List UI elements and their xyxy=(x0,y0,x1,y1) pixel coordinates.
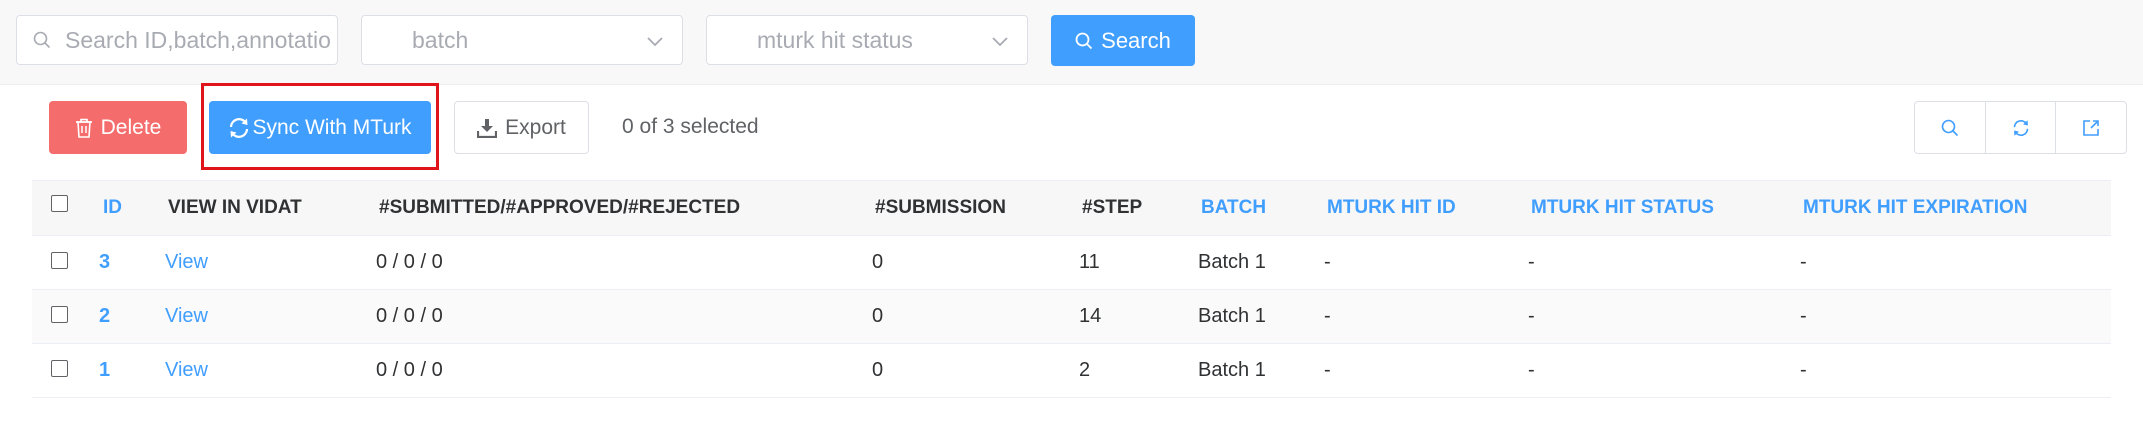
column-header-submission: #SUBMISSION xyxy=(875,197,1006,218)
column-header-mturk-hit-expiration[interactable]: MTURK HIT EXPIRATION xyxy=(1803,181,2027,235)
mturk-hit-status-cell: - xyxy=(1528,251,1535,273)
search-icon xyxy=(1941,119,1958,136)
table-row: 3 View 0 / 0 / 0 0 11 Batch 1 - - - xyxy=(32,236,2111,290)
table-header: ID VIEW IN VIDAT #SUBMITTED/#APPROVED/#R… xyxy=(32,180,2111,236)
step-cell: 11 xyxy=(1079,251,1100,273)
delete-button-label: Delete xyxy=(100,115,162,139)
search-placeholder: Search ID,batch,annotatio xyxy=(65,26,331,53)
row-checkbox[interactable] xyxy=(51,306,68,323)
column-header-id[interactable]: ID xyxy=(103,181,122,235)
counts-cell: 0 / 0 / 0 xyxy=(376,359,443,381)
export-button-label: Export xyxy=(505,115,566,139)
counts-cell: 0 / 0 / 0 xyxy=(376,305,443,327)
batch-cell: Batch 1 xyxy=(1198,251,1266,273)
search-button-label: Search xyxy=(1101,27,1171,53)
search-input[interactable]: Search ID,batch,annotatio xyxy=(16,15,338,65)
search-button[interactable]: Search xyxy=(1051,15,1195,66)
submission-cell: 0 xyxy=(872,359,884,381)
batch-select-placeholder: batch xyxy=(412,26,469,53)
view-link[interactable]: View xyxy=(165,344,208,397)
row-checkbox[interactable] xyxy=(51,360,68,377)
mturk-hit-id-cell: - xyxy=(1324,359,1331,381)
mturk-hit-status-placeholder: mturk hit status xyxy=(757,26,913,53)
mturk-hit-status-select[interactable]: mturk hit status xyxy=(706,15,1028,65)
column-header-batch[interactable]: BATCH xyxy=(1201,181,1266,235)
counts-cell: 0 / 0 / 0 xyxy=(376,251,443,273)
batch-select[interactable]: batch xyxy=(361,15,683,65)
trash-icon xyxy=(75,118,92,138)
table-row: 1 View 0 / 0 / 0 0 2 Batch 1 - - - xyxy=(32,344,2111,398)
refresh-icon xyxy=(2013,119,2028,136)
export-icon xyxy=(2083,119,2099,136)
chevron-down-icon xyxy=(992,37,1008,47)
mturk-hit-status-cell: - xyxy=(1528,305,1535,327)
column-header-mturk-hit-status[interactable]: MTURK HIT STATUS xyxy=(1531,181,1714,235)
chevron-down-icon xyxy=(647,37,663,47)
batch-cell: Batch 1 xyxy=(1198,359,1266,381)
delete-button[interactable]: Delete xyxy=(49,101,187,154)
mturk-hit-status-cell: - xyxy=(1528,359,1535,381)
column-header-view: VIEW IN VIDAT xyxy=(168,197,302,218)
submission-cell: 0 xyxy=(872,251,884,273)
mturk-hit-expiration-cell: - xyxy=(1800,305,1807,327)
table-export-button[interactable] xyxy=(2056,102,2126,153)
column-header-step: #STEP xyxy=(1082,197,1143,218)
view-link[interactable]: View xyxy=(165,290,208,343)
mturk-hit-expiration-cell: - xyxy=(1800,251,1807,273)
row-checkbox[interactable] xyxy=(51,252,68,269)
step-cell: 14 xyxy=(1079,305,1102,327)
search-icon xyxy=(33,31,51,49)
view-link[interactable]: View xyxy=(165,236,208,289)
search-icon xyxy=(1075,32,1093,49)
column-header-mturk-hit-id[interactable]: MTURK HIT ID xyxy=(1327,181,1456,235)
hits-table: ID VIEW IN VIDAT #SUBMITTED/#APPROVED/#R… xyxy=(32,180,2111,398)
table-row: 2 View 0 / 0 / 0 0 14 Batch 1 - - - xyxy=(32,290,2111,344)
table-search-button[interactable] xyxy=(1915,102,1986,153)
highlight-box xyxy=(201,83,439,170)
mturk-hit-id-cell: - xyxy=(1324,251,1331,273)
batch-cell: Batch 1 xyxy=(1198,305,1266,327)
mturk-hit-id-cell: - xyxy=(1324,305,1331,327)
table-refresh-button[interactable] xyxy=(1986,102,2057,153)
select-all-checkbox[interactable] xyxy=(51,195,68,212)
export-button[interactable]: Export xyxy=(454,101,589,154)
step-cell: 2 xyxy=(1079,359,1091,381)
selection-count: 0 of 3 selected xyxy=(622,115,759,138)
row-id-link[interactable]: 2 xyxy=(99,290,110,343)
column-header-counts: #SUBMITTED/#APPROVED/#REJECTED xyxy=(379,197,741,218)
download-icon xyxy=(477,118,498,138)
filter-bar: Search ID,batch,annotatio batch mturk hi… xyxy=(0,0,2143,85)
submission-cell: 0 xyxy=(872,305,884,327)
row-id-link[interactable]: 3 xyxy=(99,236,110,289)
table-tools xyxy=(1914,101,2127,154)
mturk-hit-expiration-cell: - xyxy=(1800,359,1807,381)
row-id-link[interactable]: 1 xyxy=(99,344,110,397)
